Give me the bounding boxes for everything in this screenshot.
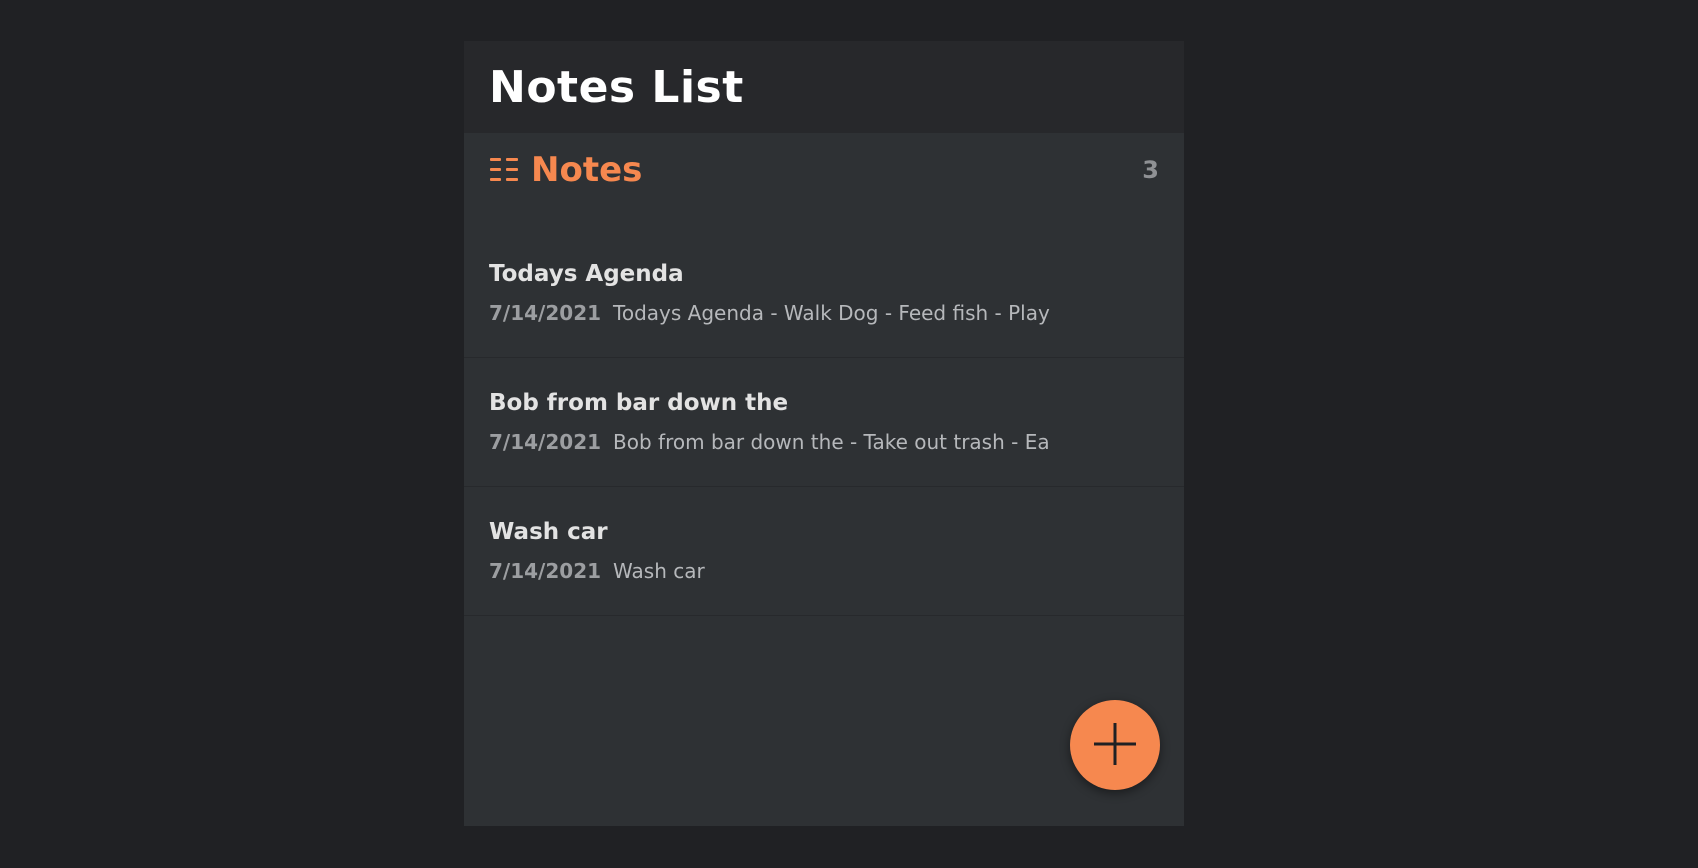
list-icon [489, 155, 519, 185]
notes-count-badge: 3 [1142, 156, 1159, 184]
note-snippet: Wash car [613, 559, 705, 583]
note-meta: 7/14/2021 Todays Agenda - Walk Dog - Fee… [489, 301, 1159, 325]
app-header: Notes List [464, 41, 1184, 133]
note-snippet: Todays Agenda - Walk Dog - Feed fish - P… [613, 301, 1050, 325]
note-list-item[interactable]: Todays Agenda 7/14/2021 Todays Agenda - … [464, 229, 1184, 358]
note-meta: 7/14/2021 Bob from bar down the - Take o… [489, 430, 1159, 454]
note-snippet: Bob from bar down the - Take out trash -… [613, 430, 1050, 454]
plus-icon [1090, 719, 1140, 772]
section-title: Notes [531, 150, 643, 190]
notes-list: Todays Agenda 7/14/2021 Todays Agenda - … [464, 229, 1184, 616]
note-date: 7/14/2021 [489, 559, 602, 583]
note-date: 7/14/2021 [489, 301, 602, 325]
section-heading: Notes [489, 150, 642, 190]
page-title: Notes List [489, 61, 744, 113]
add-note-button[interactable] [1070, 700, 1160, 790]
note-list-item[interactable]: Bob from bar down the 7/14/2021 Bob from… [464, 358, 1184, 487]
note-meta: 7/14/2021 Wash car [489, 559, 1159, 583]
note-title: Todays Agenda [489, 261, 684, 287]
note-title: Bob from bar down the [489, 390, 789, 416]
note-date: 7/14/2021 [489, 430, 602, 454]
notes-section-header: Notes 3 [464, 133, 1184, 207]
notes-app: Notes List Notes 3 Todays Agenda 7/14/20… [464, 41, 1184, 826]
note-title: Wash car [489, 519, 608, 545]
note-list-item[interactable]: Wash car 7/14/2021 Wash car [464, 487, 1184, 616]
